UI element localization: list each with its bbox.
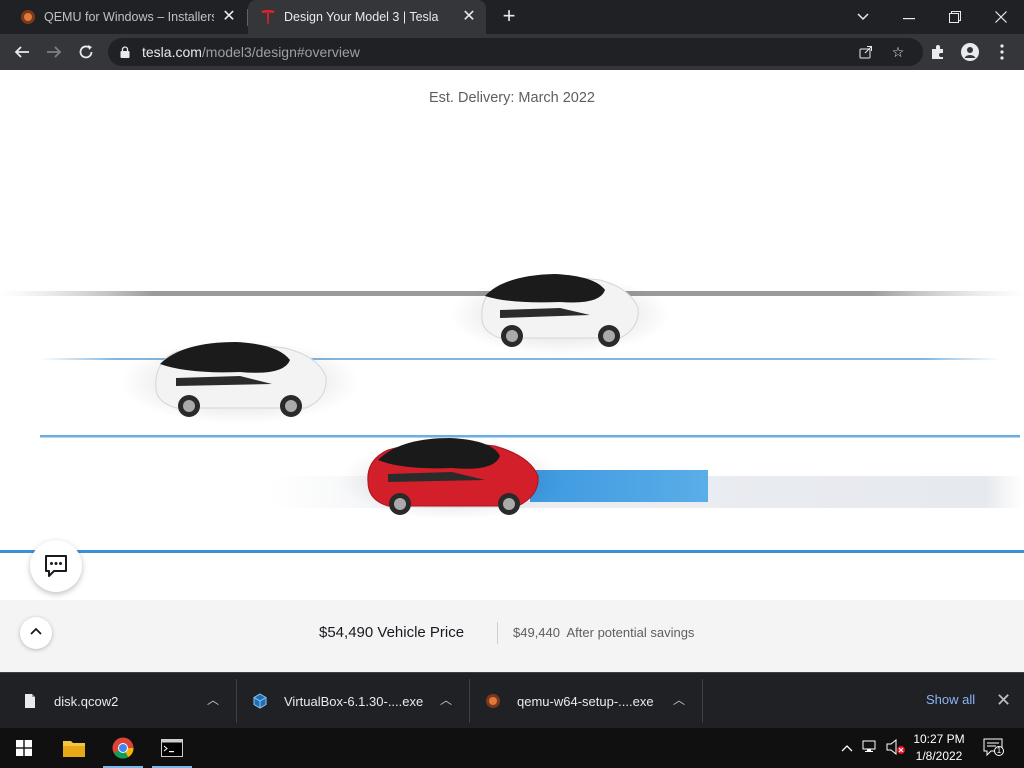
- share-icon[interactable]: [856, 42, 876, 62]
- download-shelf: disk.qcow2 ︿ VirtualBox-6.1.30-....exe ︿…: [0, 672, 1024, 728]
- reload-icon: [79, 45, 93, 59]
- chevron-up-icon[interactable]: ︿: [205, 692, 221, 708]
- download-item-qemu[interactable]: qemu-w64-setup-....exe: [485, 673, 654, 729]
- chevron-up-icon[interactable]: [838, 739, 856, 757]
- clock-date: 1/8/2022: [915, 749, 963, 763]
- download-separator: [702, 679, 703, 723]
- savings-price[interactable]: $49,440 After potential savings: [513, 625, 694, 640]
- taskbar-chrome[interactable]: [99, 728, 147, 768]
- clock-time: 10:27 PM: [913, 732, 965, 746]
- estimated-delivery: Est. Delivery: March 2022: [428, 90, 595, 106]
- terminal-icon: [161, 739, 183, 757]
- taskbar-file-explorer[interactable]: [50, 728, 98, 768]
- back-button[interactable]: [8, 38, 36, 66]
- white-car-2: [120, 340, 360, 424]
- price-bar: $54,490 Vehicle Price $49,440 After pote…: [0, 600, 1024, 672]
- back-arrow-icon: [14, 46, 29, 58]
- extensions-button[interactable]: [924, 38, 952, 66]
- forward-arrow-icon: [47, 46, 62, 58]
- download-separator: [236, 679, 237, 723]
- page-content: Est. Delivery: March 2022 $54,490 Vehicl…: [0, 70, 1024, 672]
- volume-muted-icon[interactable]: [886, 738, 905, 757]
- folder-icon: [63, 741, 85, 757]
- download-filename: qemu-w64-setup-....exe: [517, 693, 654, 709]
- expand-summary-button[interactable]: [20, 617, 52, 649]
- restore-button[interactable]: [932, 0, 978, 34]
- puzzle-icon: [932, 45, 943, 59]
- download-item-virtualbox[interactable]: VirtualBox-6.1.30-....exe: [252, 673, 423, 729]
- close-window-button[interactable]: [978, 0, 1024, 34]
- lock-icon: [120, 46, 130, 58]
- browser-toolbar: tesla.com/model3/design#overview ☆: [0, 34, 1024, 70]
- download-filename: VirtualBox-6.1.30-....exe: [284, 693, 424, 709]
- windows-taskbar: 10:27 PM 1/8/2022 1: [0, 728, 1024, 768]
- chat-button[interactable]: [30, 540, 82, 592]
- tab-title: QEMU for Windows – Installers (6: [44, 10, 214, 24]
- profile-button[interactable]: [956, 38, 984, 66]
- forward-button[interactable]: [40, 38, 68, 66]
- virtualbox-icon: [253, 693, 267, 709]
- tab-search-chevron-icon[interactable]: [840, 0, 886, 34]
- price-divider: [497, 622, 498, 644]
- lane-line-bottom: [0, 550, 1024, 553]
- new-tab-button[interactable]: +: [498, 5, 520, 28]
- tab-close-icon[interactable]: ✕: [460, 8, 478, 26]
- red-car: [340, 438, 564, 520]
- system-clock[interactable]: 10:27 PM 1/8/2022: [906, 731, 972, 765]
- notification-center-icon[interactable]: 1: [982, 738, 1004, 757]
- chrome-icon: [112, 737, 134, 759]
- windows-logo-icon: [16, 740, 32, 756]
- download-item-disk[interactable]: disk.qcow2: [22, 673, 118, 729]
- chevron-up-icon: [30, 627, 42, 635]
- tab-strip: QEMU for Windows – Installers (6 ✕ Desig…: [0, 0, 1024, 34]
- start-button[interactable]: [0, 728, 48, 768]
- tesla-favicon-icon: [261, 10, 275, 24]
- tab-qemu[interactable]: QEMU for Windows – Installers (6 ✕: [8, 0, 246, 34]
- chat-bubble-icon: [45, 555, 67, 577]
- close-shelf-icon[interactable]: ✕: [996, 690, 1011, 711]
- reload-button[interactable]: [72, 38, 100, 66]
- notification-count-badge: 1: [994, 746, 1004, 756]
- chevron-up-icon[interactable]: ︿: [671, 692, 687, 708]
- taskbar-terminal[interactable]: [148, 728, 196, 768]
- show-all-downloads-link[interactable]: Show all: [926, 692, 975, 707]
- tab-title: Design Your Model 3 | Tesla: [284, 10, 439, 24]
- tab-tesla[interactable]: Design Your Model 3 | Tesla ✕: [248, 0, 486, 34]
- profile-icon: [961, 43, 979, 61]
- menu-button[interactable]: [988, 38, 1016, 66]
- white-car-1: [450, 274, 670, 355]
- download-separator: [469, 679, 470, 723]
- url-text: tesla.com/model3/design#overview: [142, 44, 360, 60]
- download-filename: disk.qcow2: [54, 693, 119, 709]
- chevron-up-icon[interactable]: ︿: [438, 692, 454, 708]
- tab-close-icon[interactable]: ✕: [220, 8, 238, 26]
- address-bar[interactable]: tesla.com/model3/design#overview ☆: [108, 38, 923, 66]
- network-icon[interactable]: [862, 739, 880, 757]
- vehicle-price[interactable]: $54,490 Vehicle Price: [319, 624, 464, 641]
- file-icon: [25, 694, 35, 708]
- minimize-button[interactable]: [886, 0, 932, 34]
- qemu-favicon-icon: [21, 10, 35, 24]
- bookmark-star-icon[interactable]: ☆: [888, 42, 908, 62]
- qemu-icon: [486, 694, 500, 708]
- autopilot-illustration: [0, 274, 1024, 553]
- lane-line-3: [40, 435, 1020, 438]
- kebab-menu-icon: [1000, 44, 1004, 60]
